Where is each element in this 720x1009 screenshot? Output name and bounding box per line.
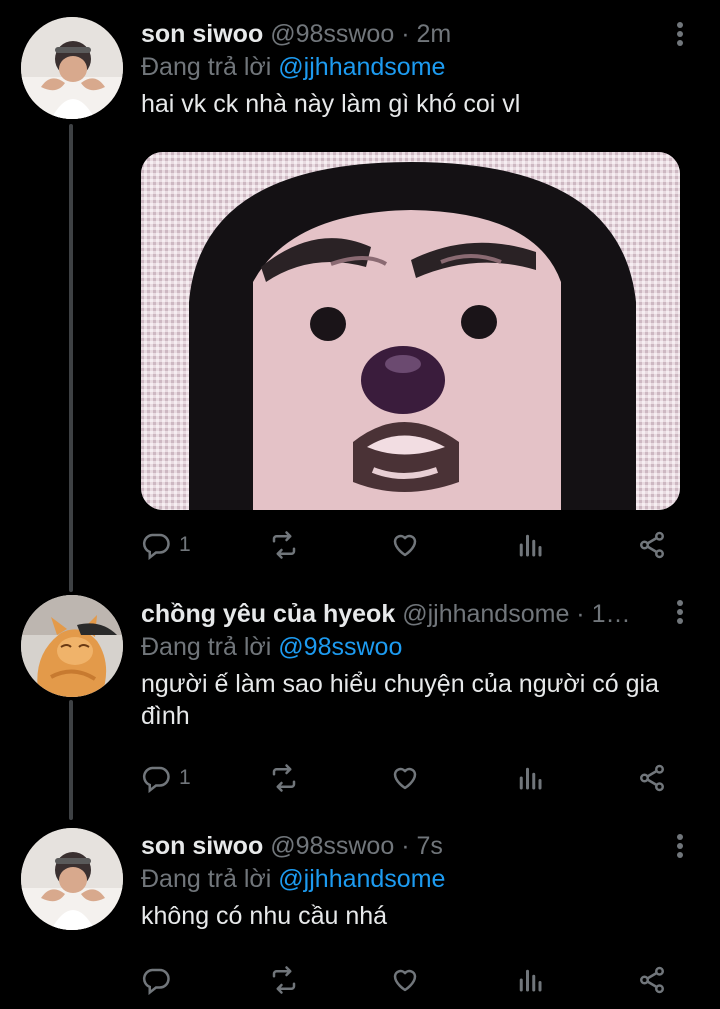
replying-to-line: Đang trả lời @98sswoo (141, 630, 660, 664)
tweet-header: chồng yêu của hyeok @jjhhandsome · 1… (141, 598, 660, 630)
reply-icon (142, 533, 170, 560)
retweet-icon (272, 966, 296, 994)
more-options-icon[interactable] (674, 22, 686, 50)
share-icon (640, 531, 664, 559)
reply-count: 1 (179, 533, 191, 556)
reply-button[interactable] (141, 963, 171, 997)
retweet-button[interactable] (269, 963, 299, 997)
like-button[interactable] (390, 963, 420, 997)
replying-prefix: Đang trả lời (141, 865, 272, 893)
tweet-text: hai vk ck nhà này làm gì khó coi vl (141, 90, 521, 118)
like-icon (393, 767, 417, 790)
user-handle[interactable]: @jjhhandsome (402, 600, 569, 628)
replying-to-line: Đang trả lời @jjhhandsome (141, 50, 660, 84)
mention-link[interactable]: @jjhhandsome (278, 865, 445, 893)
replying-prefix: Đang trả lời (141, 633, 272, 661)
cartoon-face-image (141, 152, 680, 510)
share-button[interactable] (637, 963, 667, 997)
retweet-button[interactable] (269, 528, 299, 562)
tweet-media-image[interactable] (141, 152, 680, 510)
mention-link[interactable]: @jjhhandsome (278, 53, 445, 81)
mention-link[interactable]: @98sswoo (278, 633, 402, 661)
like-button[interactable] (390, 761, 420, 795)
tweet-header: son siwoo @98sswoo · 7s (141, 830, 660, 862)
display-name[interactable]: son siwoo (141, 20, 263, 48)
user-handle[interactable]: @98sswoo (270, 832, 394, 860)
user-handle[interactable]: @98sswoo (270, 20, 394, 48)
like-icon (393, 534, 417, 557)
retweet-icon (272, 531, 296, 559)
retweet-button[interactable] (269, 761, 299, 795)
analytics-icon (519, 969, 542, 992)
timestamp[interactable]: 1… (592, 600, 631, 628)
timestamp[interactable]: 7s (416, 832, 442, 860)
user-avatar-image (21, 828, 123, 930)
tweet[interactable]: son siwoo @98sswoo · 7s Đang trả lời @jj… (0, 812, 720, 1009)
user-avatar-image (21, 17, 123, 119)
tweet[interactable]: son siwoo @98sswoo · 2m Đang trả lời @jj… (0, 0, 720, 580)
share-button[interactable] (637, 528, 667, 562)
tweet[interactable]: chồng yêu của hyeok @jjhhandsome · 1… Đa… (0, 580, 720, 810)
like-icon (393, 969, 417, 992)
analytics-icon (519, 767, 542, 790)
analytics-icon (519, 534, 542, 557)
tweet-header: son siwoo @98sswoo · 2m (141, 18, 660, 50)
share-button[interactable] (637, 761, 667, 795)
replying-to-line: Đang trả lời @jjhhandsome (141, 862, 660, 896)
more-options-icon[interactable] (674, 600, 686, 628)
analytics-button[interactable] (515, 528, 545, 562)
reply-button[interactable]: 1 (141, 761, 191, 795)
analytics-button[interactable] (515, 761, 545, 795)
avatar[interactable] (21, 17, 123, 119)
tweet-actions: 1 (141, 528, 681, 562)
tweet-text: không có nhu cầu nhá (141, 902, 388, 930)
reply-icon (142, 766, 170, 793)
reply-count: 1 (179, 766, 191, 789)
tweet-text: người ế làm sao hiểu chuyện của người có… (141, 670, 659, 730)
display-name[interactable]: chồng yêu của hyeok (141, 600, 395, 628)
timestamp[interactable]: 2m (416, 20, 451, 48)
like-button[interactable] (390, 528, 420, 562)
tweet-actions (141, 963, 681, 997)
tweet-actions: 1 (141, 761, 681, 795)
replying-prefix: Đang trả lời (141, 53, 272, 81)
reply-icon (142, 968, 170, 995)
cat-avatar-image (21, 595, 123, 697)
share-icon (640, 966, 664, 994)
display-name[interactable]: son siwoo (141, 832, 263, 860)
avatar[interactable] (21, 828, 123, 930)
separator: · (576, 600, 585, 628)
more-options-icon[interactable] (674, 834, 686, 862)
reply-button[interactable]: 1 (141, 528, 191, 562)
retweet-icon (272, 764, 296, 792)
analytics-button[interactable] (515, 963, 545, 997)
share-icon (640, 764, 664, 792)
separator: · (401, 20, 410, 48)
avatar[interactable] (21, 595, 123, 697)
separator: · (401, 832, 410, 860)
